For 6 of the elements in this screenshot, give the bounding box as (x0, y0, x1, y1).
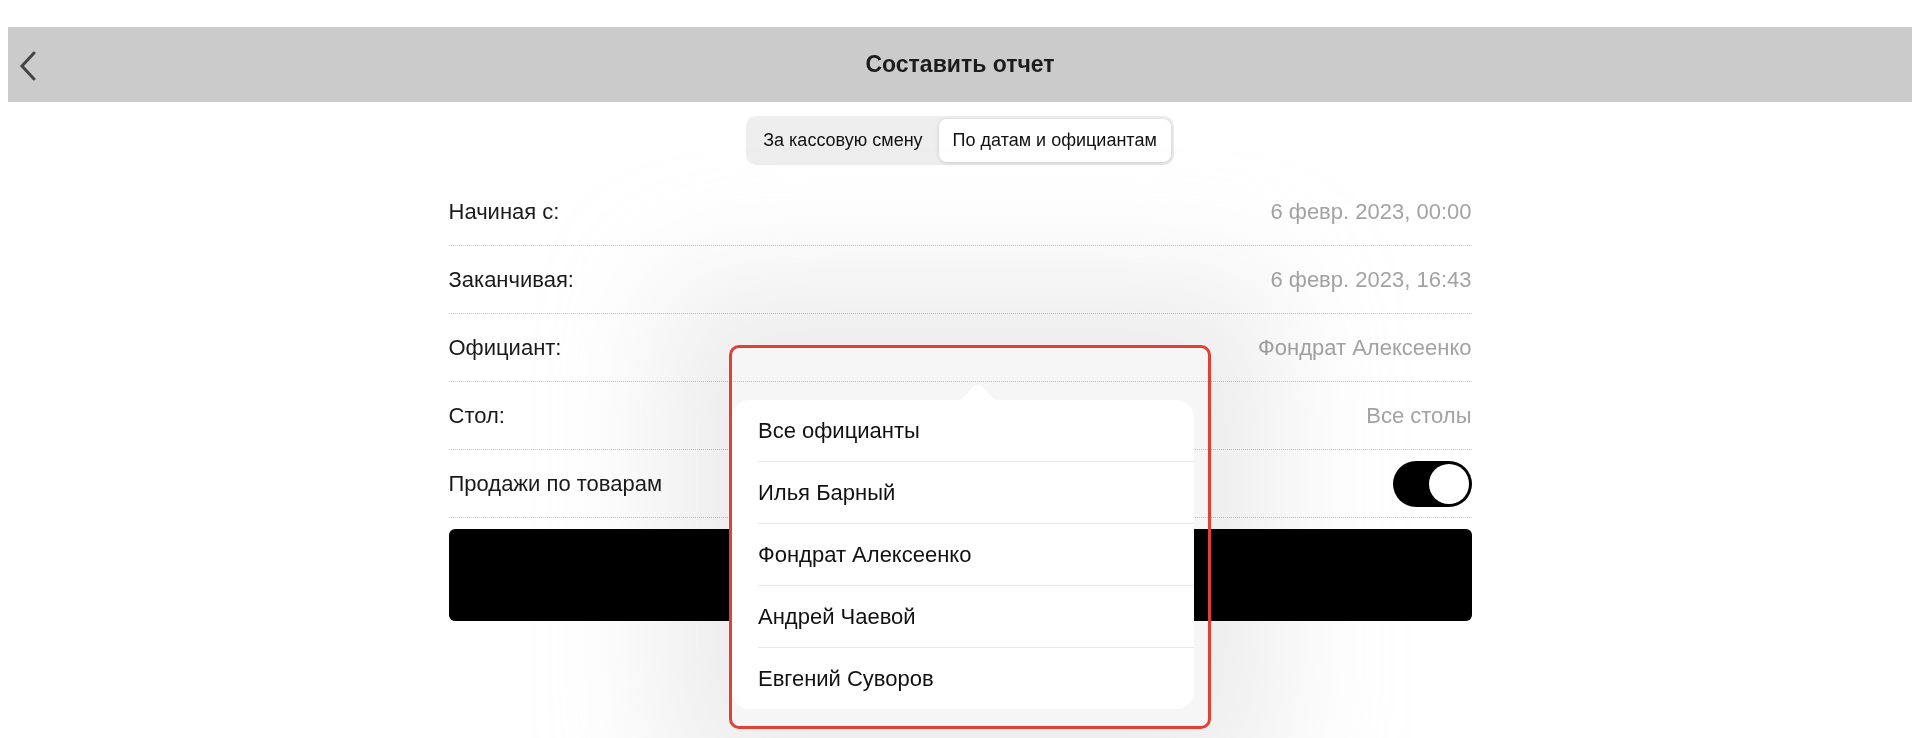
field-label: Стол: (448, 402, 505, 429)
field-label: Официант: (448, 334, 562, 361)
field-label: Заканчивая: (448, 266, 574, 293)
field-label: Продажи по товарам (448, 470, 663, 497)
field-label: Начиная с: (448, 198, 560, 225)
screen-title: Составить отчет (865, 51, 1055, 78)
